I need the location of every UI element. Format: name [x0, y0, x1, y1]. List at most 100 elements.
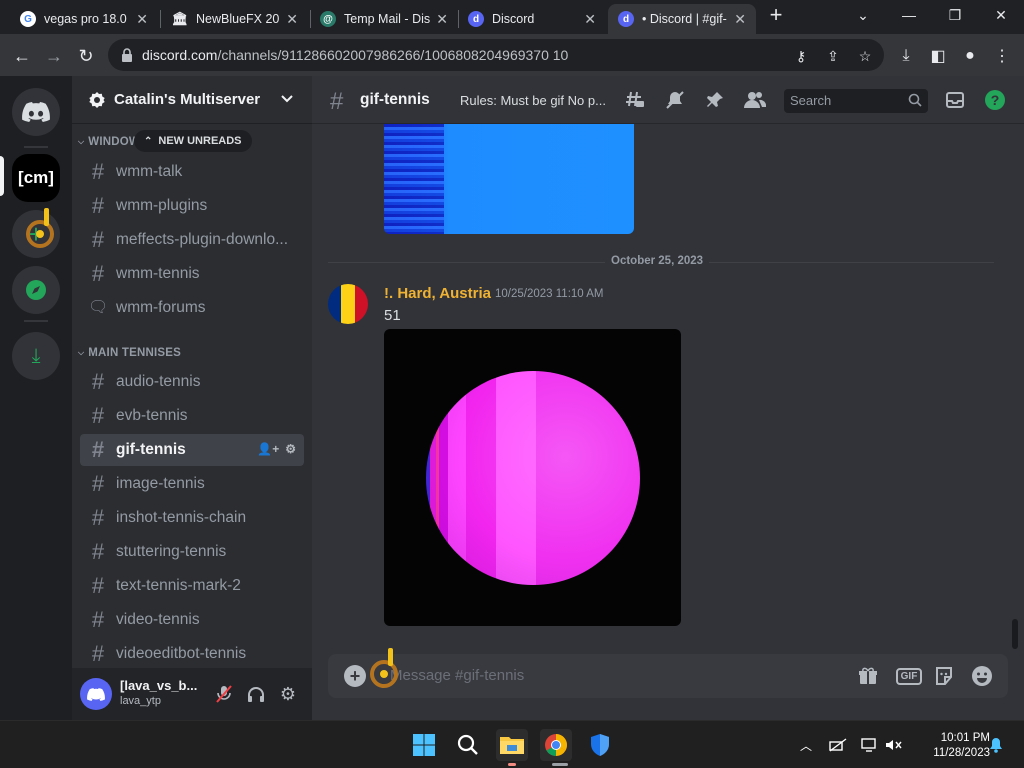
gif-attachment-previous[interactable]	[384, 124, 634, 234]
search-input[interactable]: Search	[784, 89, 928, 113]
tab-search-icon[interactable]: ⌄	[840, 0, 886, 30]
minimize-button[interactable]: —	[886, 0, 932, 30]
category-windows[interactable]: ⌵ WINDOW	[78, 136, 140, 148]
thread-hash-icon: #	[91, 227, 105, 252]
browser-toolbar: ← → ↻ discord.com/channels/9112866020079…	[0, 34, 1024, 76]
hash-icon: #	[91, 505, 105, 530]
gift-icon[interactable]	[856, 664, 880, 688]
defender-shield-icon[interactable]	[584, 729, 616, 761]
taskbar-clock[interactable]: 10:01 PM 11/28/2023	[908, 731, 990, 761]
browser-tab-active[interactable]: d • Discord | #gif- ✕	[608, 4, 756, 34]
browser-tab[interactable]: @ Temp Mail - Disp ✕	[310, 4, 458, 34]
channel-item[interactable]: # stuttering-tennis	[80, 536, 304, 568]
channel-item[interactable]: # wmm-plugins	[80, 190, 304, 222]
bookmark-star-icon[interactable]: ☆	[854, 45, 876, 67]
close-tab-icon[interactable]: ✕	[136, 11, 148, 28]
browser-tab[interactable]: 🏛 NewBlueFX 201 ✕	[162, 4, 308, 34]
download-icon[interactable]: ⤓	[892, 42, 920, 70]
explore-compass-icon[interactable]	[12, 266, 60, 314]
volume-muted-icon[interactable]	[884, 735, 904, 755]
category-main-tennises[interactable]: ⌵ MAIN TENNISES	[78, 347, 181, 359]
server-rail: [cm] + ⤓	[0, 76, 72, 720]
key-icon[interactable]: ⚷	[790, 45, 812, 67]
browser-tab[interactable]: d Discord ✕	[458, 4, 606, 34]
server-icon-cm[interactable]: [cm]	[12, 154, 60, 202]
channel-item[interactable]: # wmm-tennis	[80, 258, 304, 290]
restore-button[interactable]: ❐	[932, 0, 978, 30]
invite-user-icon[interactable]: 👤+	[257, 442, 279, 456]
browser-tab[interactable]: G vegas pro 18.0 a ✕	[10, 4, 158, 34]
network-disconnected-icon[interactable]	[828, 735, 848, 755]
channel-item[interactable]: # videoeditbot-tennis	[80, 638, 304, 670]
hash-icon: #	[91, 369, 105, 394]
chrome-icon[interactable]	[540, 729, 572, 761]
message-author[interactable]: !. Hard, Austria	[384, 285, 491, 302]
discord-home-icon[interactable]	[12, 88, 60, 136]
side-panel-icon[interactable]: ◧	[924, 42, 952, 70]
channel-item[interactable]: # wmm-talk	[80, 156, 304, 188]
user-settings-gear-icon[interactable]: ⚙	[278, 684, 298, 704]
avatar[interactable]	[328, 284, 368, 324]
share-icon[interactable]: ⇪	[822, 45, 844, 67]
message-timestamp: 10/25/2023 11:10 AM	[495, 288, 604, 300]
headphones-icon[interactable]	[246, 684, 266, 704]
avatar[interactable]	[80, 678, 112, 710]
back-arrow-icon[interactable]: ←	[8, 42, 36, 70]
thread-hash-icon: #	[91, 159, 105, 184]
message-composer[interactable]: + Message #gif-tennis GIF	[328, 654, 1008, 698]
channel-item[interactable]: # meffects-plugin-downlo...	[80, 224, 304, 256]
channel-item[interactable]: # evb-tennis	[80, 400, 304, 432]
new-unreads-badge[interactable]: ⌃ NEW UNREADS	[134, 130, 252, 152]
profile-icon[interactable]: ●	[956, 42, 984, 70]
channel-item-active[interactable]: # gif-tennis 👤+ ⚙	[80, 434, 304, 466]
tray-overflow-chevron-icon[interactable]: ︿	[796, 735, 816, 755]
sphere-image	[426, 371, 640, 585]
pin-icon[interactable]	[704, 89, 726, 111]
channel-item[interactable]: # image-tennis	[80, 468, 304, 500]
forward-arrow-icon[interactable]: →	[40, 42, 68, 70]
server-badge-icon	[89, 91, 105, 108]
inbox-icon[interactable]	[944, 89, 966, 111]
channel-item[interactable]: # inshot-tennis-chain	[80, 502, 304, 534]
channel-item[interactable]: 🗨 wmm-forums	[80, 292, 304, 324]
download-apps-icon[interactable]: ⤓	[12, 332, 60, 380]
close-tab-icon[interactable]: ✕	[584, 11, 596, 28]
close-tab-icon[interactable]: ✕	[286, 11, 298, 28]
windows-start-icon[interactable]	[408, 729, 440, 761]
gif-attachment[interactable]	[384, 329, 681, 626]
channel-topic[interactable]: Rules: Must be gif No p...	[460, 93, 612, 108]
app-indicator-active	[552, 763, 568, 766]
member-list-icon[interactable]	[744, 89, 766, 111]
guild-separator	[24, 320, 48, 322]
server-header[interactable]: Catalin's Multiserver	[72, 76, 312, 124]
hash-icon: #	[91, 471, 105, 496]
file-explorer-icon[interactable]	[496, 729, 528, 761]
taskbar-search-icon[interactable]	[452, 729, 484, 761]
new-tab-button[interactable]: +	[754, 0, 798, 30]
threads-icon[interactable]	[624, 89, 646, 111]
channel-item[interactable]: # audio-tennis	[80, 366, 304, 398]
mute-mic-icon[interactable]	[214, 684, 234, 704]
address-bar[interactable]: discord.com/channels/911286602007986266/…	[108, 39, 884, 71]
channel-item[interactable]: # text-tennis-mark-2	[80, 570, 304, 602]
emoji-icon[interactable]	[970, 664, 994, 688]
close-window-button[interactable]: ✕	[978, 0, 1024, 30]
sticker-icon[interactable]	[932, 664, 956, 688]
tempmail-icon: @	[320, 11, 336, 27]
gif-picker-icon[interactable]: GIF	[894, 664, 924, 688]
notification-bell-muted-icon[interactable]	[664, 89, 686, 111]
upload-plus-icon[interactable]: +	[344, 665, 366, 687]
close-tab-icon[interactable]: ✕	[734, 11, 746, 28]
display-icon[interactable]	[860, 735, 880, 755]
menu-kebab-icon[interactable]: ⋮	[988, 42, 1016, 70]
message-input-placeholder[interactable]: Message #gif-tennis	[390, 667, 524, 684]
scrollbar[interactable]	[1012, 619, 1018, 649]
forum-icon: 🗨	[88, 299, 109, 316]
gear-icon[interactable]: ⚙	[285, 442, 296, 456]
close-tab-icon[interactable]: ✕	[436, 11, 448, 28]
reload-icon[interactable]: ↻	[72, 42, 100, 70]
bank-icon: 🏛	[171, 11, 189, 26]
channel-item[interactable]: # video-tennis	[80, 604, 304, 636]
notification-bell-icon[interactable]	[986, 735, 1006, 755]
help-icon[interactable]: ?	[984, 89, 1006, 111]
